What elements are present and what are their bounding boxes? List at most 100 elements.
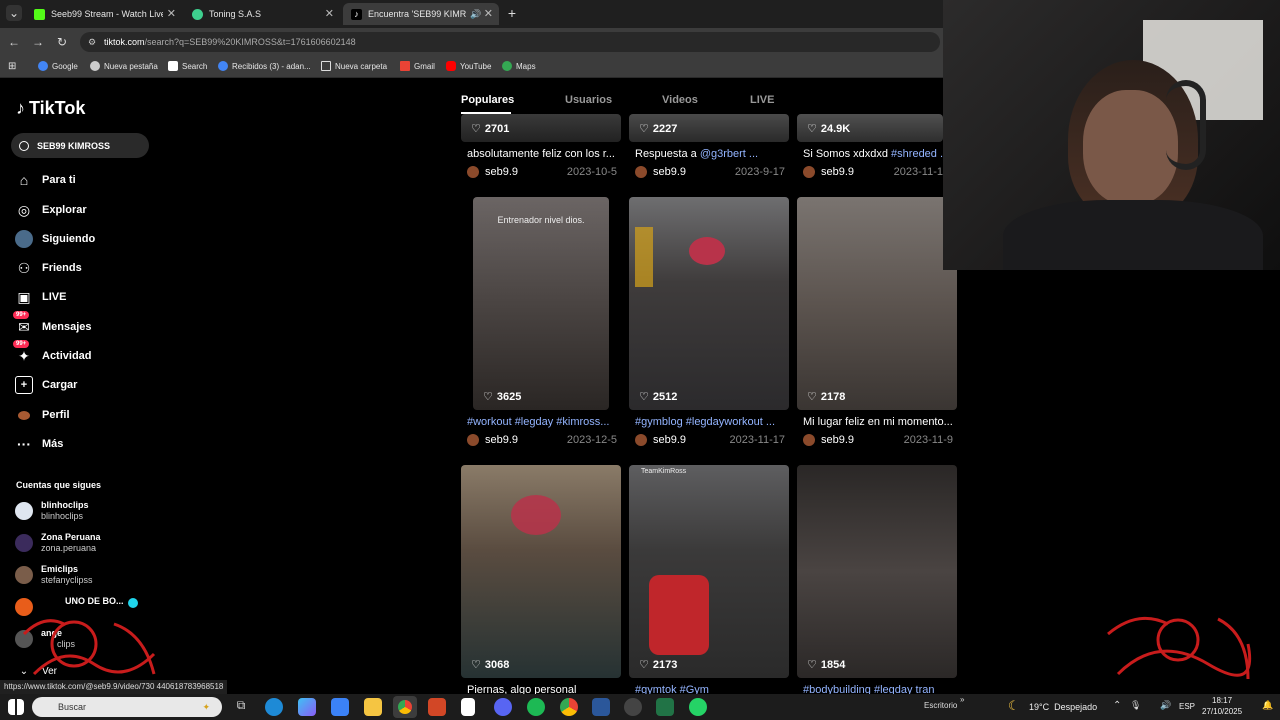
nav-siguiendo[interactable]: Siguiendo [15, 230, 95, 248]
desktop-label[interactable]: Escritorio [924, 701, 957, 710]
document-icon[interactable] [461, 698, 475, 716]
video-thumbnail[interactable]: TeamKimRoss ♡ 2173 [629, 465, 789, 678]
video-thumbnail[interactable]: ♡ 2227 [629, 114, 789, 142]
author-name: seb9.9 [821, 434, 855, 446]
video-thumbnail[interactable]: ♡ 2512 [629, 197, 789, 410]
excel-icon[interactable] [656, 698, 674, 716]
author[interactable]: seb9.9 [467, 434, 518, 446]
nav-actividad[interactable]: ✦ 99+ Actividad [13, 340, 92, 365]
chevron-up-icon[interactable]: ⌃ [1113, 700, 1121, 711]
nav-explorar[interactable]: ◎ Explorar [15, 201, 87, 219]
moon-icon: ☾ [1008, 698, 1020, 713]
bookmark-maps[interactable]: Maps [502, 61, 536, 71]
nav-live[interactable]: ▣ LIVE [15, 288, 66, 306]
site-info-icon[interactable]: ⚙ [88, 32, 96, 52]
bookmark-google[interactable]: Google [38, 61, 78, 71]
video-thumbnail[interactable]: ♡ 1854 [797, 465, 957, 678]
video-thumbnail[interactable]: ♡ 2178 [797, 197, 957, 410]
close-icon[interactable]: ✕ [484, 7, 493, 20]
discord-icon[interactable] [494, 698, 512, 716]
url-host: tiktok.com [104, 37, 145, 47]
browser-tab-kick[interactable]: Seeb99 Stream - Watch Live on ✕ [26, 3, 182, 25]
nav-perfil[interactable]: Perfil [15, 406, 70, 424]
video-caption[interactable]: absolutamente feliz con los r... [467, 148, 617, 160]
language-indicator[interactable]: ESP [1179, 702, 1195, 711]
volume-icon[interactable]: 🔊 [1160, 700, 1171, 711]
video-thumbnail[interactable]: ♡ 2701 [461, 114, 621, 142]
spotify-icon[interactable] [527, 698, 545, 716]
bookmark-youtube[interactable]: YouTube [446, 61, 491, 71]
bookmark-gmail[interactable]: Gmail [400, 61, 435, 71]
tiktok-logo[interactable]: ♪ TikTok [16, 98, 85, 119]
video-thumbnail[interactable]: Entrenador nivel dios. ♡ 3625 [473, 197, 609, 410]
bookmark-nueva-pestana[interactable]: Nueva pestaña [90, 61, 158, 71]
video-caption[interactable]: Mi lugar feliz en mi momento... [803, 416, 953, 428]
account-name: blinhoclips [41, 500, 89, 510]
store-icon[interactable] [331, 698, 349, 716]
url-input[interactable]: ⚙ tiktok.com/search?q=SEB99%20KIMROSS&t=… [80, 32, 940, 52]
windows-start-icon[interactable] [8, 699, 24, 715]
address-bar-row: ← → ↻ ⚙ tiktok.com/search?q=SEB99%20KIMR… [0, 28, 943, 56]
close-icon[interactable]: ✕ [167, 7, 176, 20]
browser-tab-toning[interactable]: Toning S.A.S ✕ [184, 3, 340, 25]
chevron-right-icon[interactable]: » [960, 695, 964, 704]
clock-date[interactable]: 27/10/2025 [1202, 707, 1242, 716]
following-account[interactable]: blinhoclips blinhoclips [15, 499, 89, 522]
video-caption[interactable]: #workout #legday #kimross... [467, 416, 617, 428]
forward-icon[interactable]: → [30, 34, 46, 50]
speaker-icon[interactable]: 🔊 [470, 9, 481, 20]
chrome-active-icon[interactable] [393, 696, 417, 718]
headset-icon [1166, 80, 1206, 170]
folder-icon[interactable] [364, 698, 382, 716]
likes-count: ♡ 2512 [639, 390, 677, 404]
whatsapp-icon[interactable] [689, 698, 707, 716]
video-caption[interactable]: #gymblog #legdayworkout ... [635, 416, 785, 428]
author[interactable]: seb9.9 [467, 166, 518, 178]
tab-usuarios[interactable]: Usuarios [565, 94, 612, 106]
search-input[interactable]: SEB99 KIMROSS [11, 133, 149, 158]
nav-para-ti[interactable]: ⌂ Para ti [15, 171, 76, 189]
tab-populares[interactable]: Populares [461, 94, 514, 106]
video-thumbnail[interactable]: ♡ 24.9K [797, 114, 943, 142]
new-tab-button[interactable]: + [504, 5, 520, 21]
back-icon[interactable]: ← [6, 34, 22, 50]
author[interactable]: seb9.9 [803, 166, 854, 178]
tab-list-icon[interactable]: ⌄ [6, 5, 22, 21]
nav-friends[interactable]: ⚇ Friends [15, 259, 82, 277]
copilot-icon[interactable] [298, 698, 316, 716]
edge-icon[interactable] [265, 698, 283, 716]
video-caption[interactable]: Si Somos xdxdxd #shreded ... [803, 148, 943, 160]
nav-mensajes[interactable]: ✉ 99+ Mensajes [13, 311, 92, 336]
word-icon[interactable] [592, 698, 610, 716]
bookmark-search[interactable]: Search [168, 61, 207, 71]
bookmark-label: Gmail [414, 61, 435, 71]
reload-icon[interactable]: ↻ [54, 34, 70, 50]
tab-videos[interactable]: Videos [662, 94, 698, 106]
nav-mas[interactable]: ··· Más [15, 435, 63, 453]
apps-icon[interactable]: ⊞ [8, 61, 16, 72]
bookmark-folder[interactable]: Nueva carpeta [321, 61, 387, 71]
task-view-icon[interactable]: ⧉ [232, 698, 250, 716]
powerpoint-icon[interactable] [428, 698, 446, 716]
account-name: Zona Peruana [41, 532, 101, 542]
weather-text[interactable]: 19°C Despejado [1029, 702, 1097, 712]
browser-tab-tiktok[interactable]: ♪ Encuentra 'SEB99 KIMROSS' 🔊 ✕ [343, 3, 499, 25]
close-icon[interactable]: ✕ [325, 7, 334, 20]
video-caption[interactable]: Respuesta a @g3rbert ... [635, 148, 760, 160]
author[interactable]: seb9.9 [635, 166, 686, 178]
clock-time[interactable]: 18:17 [1212, 696, 1232, 705]
video-thumbnail[interactable]: ♡ 3068 [461, 465, 621, 678]
following-account[interactable]: Zona Peruana zona.peruana [15, 531, 101, 554]
author[interactable]: seb9.9 [803, 434, 854, 446]
author[interactable]: seb9.9 [635, 434, 686, 446]
taskbar-search-input[interactable]: Buscar ✦ [32, 697, 222, 717]
bookmark-label: Google [52, 61, 78, 71]
obs-icon[interactable] [624, 698, 642, 716]
microphone-icon[interactable]: 🎙 [1130, 700, 1141, 711]
notification-icon[interactable]: 🔔 [1262, 700, 1273, 711]
bookmark-recibidos[interactable]: Recibidos (3) - adan... [218, 61, 311, 71]
tab-live[interactable]: LIVE [750, 94, 774, 106]
following-account[interactable]: Emiclips stefanyclipss [15, 563, 93, 586]
chrome-icon[interactable] [560, 698, 578, 716]
nav-cargar[interactable]: + Cargar [15, 376, 77, 394]
